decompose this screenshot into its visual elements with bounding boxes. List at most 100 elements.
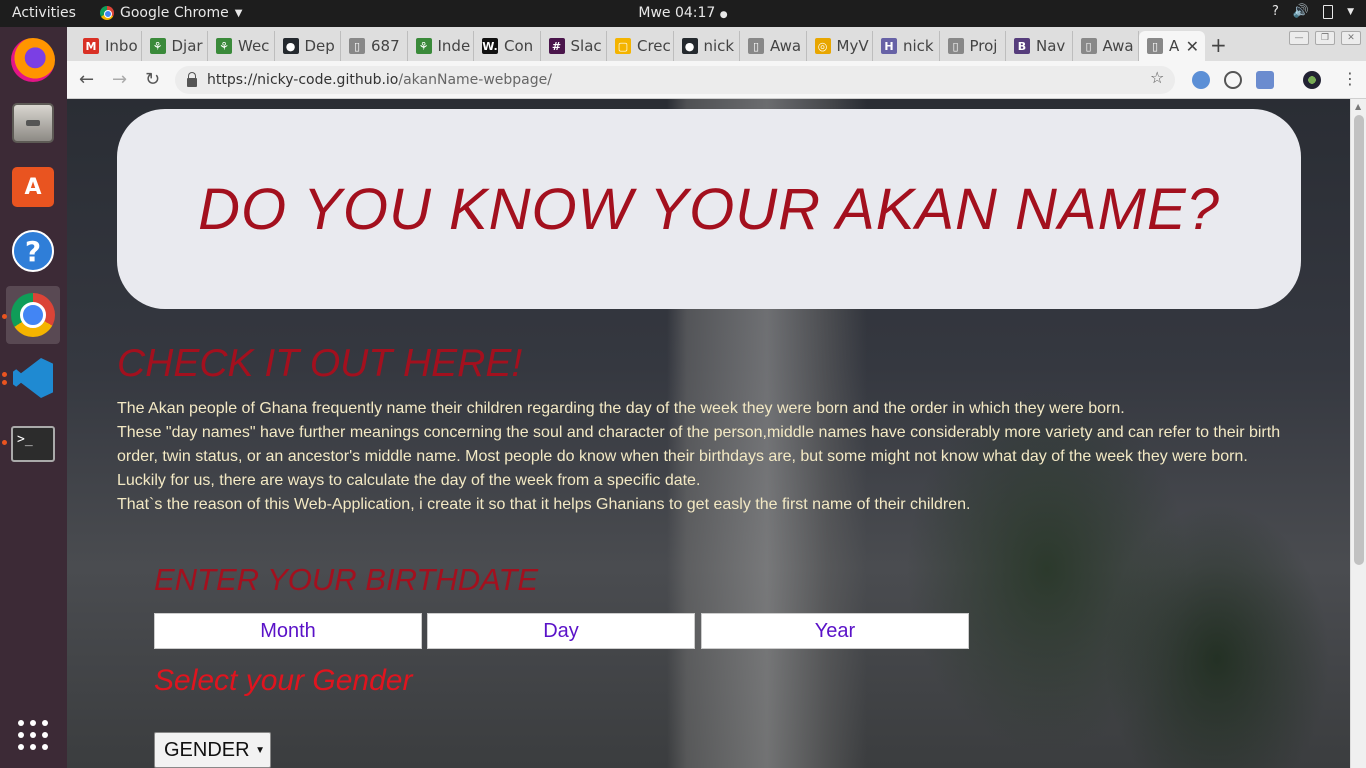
browser-tab[interactable]: ◎ MyV <box>807 31 873 61</box>
browser-tab[interactable]: B Nav <box>1006 31 1073 61</box>
browser-tab[interactable]: # Slac <box>541 31 607 61</box>
scroll-up-icon[interactable]: ▲ <box>1355 102 1361 111</box>
gender-title: Select your Gender <box>154 664 413 697</box>
github-icon: ● <box>681 38 698 54</box>
clock[interactable]: Mwe 04:17 <box>638 5 715 21</box>
battery-icon[interactable] <box>1323 4 1334 19</box>
browser-toolbar: ← → ↻ https://nicky-code.github.io/akanN… <box>67 61 1366 99</box>
month-input[interactable] <box>154 613 422 649</box>
browser-tab[interactable]: ▯ A ✕ <box>1139 31 1205 61</box>
tab-strip: M Inbo ⚘ Djar ⚘ Wec ● Dep ▯ 687 ⚘ Inde W. Con # Slac ▢ Cr… <box>67 27 1366 61</box>
show-applications-button[interactable] <box>6 706 60 764</box>
dock-terminal[interactable]: >_ <box>6 415 60 473</box>
address-bar[interactable]: https://nicky-code.github.io/akanName-we… <box>175 66 1175 94</box>
gender-select[interactable]: GENDER ▼ <box>154 732 271 768</box>
page-scrollbar[interactable]: ▲ <box>1350 99 1366 768</box>
browser-tab[interactable]: ▢ Crec <box>607 31 674 61</box>
tab-label: A <box>1169 37 1180 55</box>
page-icon: ▯ <box>349 38 365 54</box>
help-icon[interactable]: ? <box>1272 4 1279 19</box>
tab-label: Proj <box>969 37 998 55</box>
lock-icon[interactable] <box>187 71 197 87</box>
browser-tab[interactable]: ▯ 687 <box>341 31 408 61</box>
chrome-icon <box>11 293 55 337</box>
close-tab-icon[interactable]: ✕ <box>1186 37 1199 56</box>
new-tab-button[interactable]: + <box>1210 33 1227 57</box>
tab-label: MyV <box>836 37 869 55</box>
tab-label: nick <box>903 37 934 55</box>
tab-label: Djar <box>171 37 203 55</box>
browser-tab[interactable]: ▯ Proj <box>940 31 1006 61</box>
dock-files[interactable] <box>6 94 60 152</box>
dock-help[interactable]: ? <box>6 222 60 280</box>
dock-vscode[interactable] <box>6 349 60 407</box>
page-icon: ▯ <box>1080 38 1097 54</box>
extension-icon[interactable] <box>1256 71 1274 89</box>
intro-line: The Akan people of Ghana frequently name… <box>117 400 1125 417</box>
browser-tab[interactable]: M Inbo <box>75 31 142 61</box>
heroku-icon: H <box>881 38 897 54</box>
dock: A ? >_ <box>0 27 67 768</box>
chevron-down-icon: ▼ <box>255 745 265 756</box>
browser-tab[interactable]: Hnick <box>873 31 940 61</box>
browser-tab[interactable]: ▯ Awa <box>1073 31 1139 61</box>
palm-icon: ⚘ <box>149 38 166 54</box>
system-tray[interactable]: ? 🔊 ▼ <box>1272 4 1354 19</box>
bookmark-star-icon[interactable]: ☆ <box>1150 68 1164 87</box>
back-arrow-icon[interactable]: ← <box>79 69 94 90</box>
terminal-icon: >_ <box>11 426 55 462</box>
system-top-bar: Activities Google Chrome ▼ Mwe 04:17 ● ?… <box>0 0 1366 27</box>
browser-tab[interactable]: ⚘ Inde <box>408 31 474 61</box>
extension-icon[interactable] <box>1192 71 1210 89</box>
menu-kebab-icon[interactable]: ⋮ <box>1342 69 1358 88</box>
maximize-button[interactable]: ❐ <box>1315 31 1335 45</box>
chevron-down-icon: ▼ <box>234 7 243 19</box>
page-icon: ▯ <box>748 38 764 54</box>
close-window-button[interactable]: ✕ <box>1341 31 1361 45</box>
github-icon: ● <box>282 38 299 54</box>
tab-label: Awa <box>1102 37 1134 55</box>
activities-button[interactable]: Activities <box>12 5 76 21</box>
notification-dot-icon: ● <box>719 10 728 20</box>
dock-chrome[interactable] <box>6 286 60 344</box>
page-icon: ▯ <box>947 38 964 54</box>
check-title: CHECK IT OUT HERE! <box>117 342 523 385</box>
forward-arrow-icon[interactable]: → <box>112 69 127 90</box>
palm-icon: ⚘ <box>415 38 432 54</box>
chevron-down-icon[interactable]: ▼ <box>1347 7 1354 17</box>
page-icon: ▯ <box>1147 38 1163 54</box>
slides-icon: ▢ <box>615 38 631 54</box>
tab-label: Inbo <box>105 37 138 55</box>
vscode-icon <box>13 358 53 398</box>
day-input[interactable] <box>427 613 695 649</box>
volume-icon[interactable]: 🔊 <box>1293 4 1309 19</box>
tab-label: Inde <box>437 37 471 55</box>
dock-software[interactable]: A <box>6 158 60 216</box>
minimize-button[interactable]: — <box>1289 31 1309 45</box>
intro-text: The Akan people of Ghana frequently name… <box>117 397 1297 517</box>
reload-icon[interactable]: ↻ <box>145 69 160 90</box>
gender-selected-value: GENDER <box>164 738 250 761</box>
browser-tab[interactable]: ● Dep <box>275 31 341 61</box>
browser-tab[interactable]: ▯ Awa <box>740 31 807 61</box>
intro-line: These "day names" have further meanings … <box>117 424 1281 465</box>
browser-tab[interactable]: ⚘ Djar <box>142 31 208 61</box>
files-icon <box>12 103 54 143</box>
dock-firefox[interactable] <box>6 31 60 89</box>
year-input[interactable] <box>701 613 969 649</box>
tab-label: Crec <box>637 37 671 55</box>
browser-tab[interactable]: ⚘ Wec <box>208 31 275 61</box>
chrome-icon <box>100 6 114 20</box>
browser-tab[interactable]: W. Con <box>474 31 541 61</box>
app-menu[interactable]: Google Chrome ▼ <box>100 5 242 21</box>
w-icon: W. <box>482 38 498 54</box>
tab-label: nick <box>703 37 735 55</box>
url-path: /akanName-webpage/ <box>398 72 552 88</box>
hero-title: DO YOU KNOW YOUR AKAN NAME? <box>198 176 1220 242</box>
scrollbar-thumb[interactable] <box>1354 115 1364 565</box>
profile-avatar[interactable] <box>1303 71 1321 89</box>
browser-tab[interactable]: ● nick <box>674 31 740 61</box>
palm-icon: ⚘ <box>216 38 232 54</box>
running-indicator <box>2 440 7 445</box>
extension-icon[interactable] <box>1224 71 1242 89</box>
